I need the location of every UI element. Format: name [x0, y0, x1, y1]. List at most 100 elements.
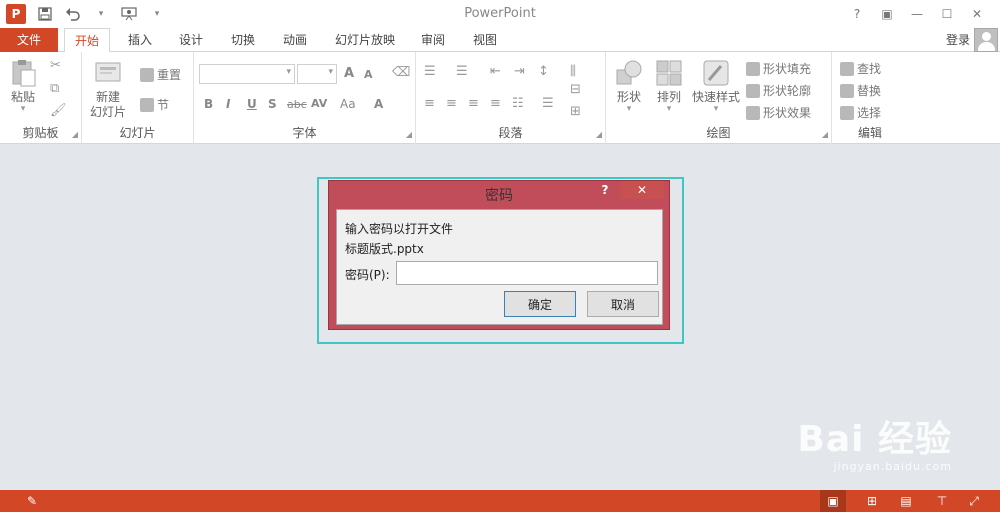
close-button[interactable]: ✕	[962, 4, 992, 24]
shape-fill-button[interactable]: 形状填充	[746, 60, 811, 77]
tab-review[interactable]: 审阅	[411, 28, 455, 52]
copy-icon[interactable]: ⧉	[50, 81, 59, 96]
reset-label: 重置	[157, 68, 182, 82]
tab-file[interactable]: 文件	[0, 28, 58, 52]
font-color-button[interactable]: A	[374, 97, 383, 111]
increase-indent-icon[interactable]: ⇥	[514, 64, 525, 79]
columns-icon[interactable]: ⫼	[570, 64, 576, 79]
new-slide-icon	[95, 62, 121, 82]
align-left-icon[interactable]: ≡	[424, 96, 435, 111]
align-text-icon[interactable]: ⊟	[570, 82, 581, 97]
shape-fill-label: 形状填充	[763, 62, 812, 76]
reset-button[interactable]: 重置	[140, 66, 181, 83]
tab-home[interactable]: 开始	[64, 28, 111, 53]
format-painter-icon[interactable]: 🖌	[50, 103, 67, 118]
fit-to-window-icon[interactable]: ⤢	[966, 493, 982, 509]
font-family-select[interactable]	[199, 64, 295, 84]
cut-icon[interactable]: ✂	[50, 58, 61, 73]
drawing-group: 形状 ▾ 排列 ▾ 快速样式 ▾ 形状填充 形状轮廓 形状效果 绘图 ◢	[606, 52, 832, 144]
ok-button[interactable]: 确定	[504, 291, 576, 317]
arrange-button[interactable]: 排列 ▾	[654, 58, 684, 114]
line-spacing-icon[interactable]: ↕	[538, 64, 549, 79]
tab-insert[interactable]: 插入	[118, 28, 162, 52]
drawing-launcher-icon[interactable]: ◢	[822, 130, 828, 139]
signin-link[interactable]: 登录	[946, 31, 970, 48]
minimize-button[interactable]: —	[902, 4, 932, 24]
shape-effects-button[interactable]: 形状效果	[746, 104, 811, 121]
find-button[interactable]: 查找	[840, 60, 881, 77]
tab-slideshow[interactable]: 幻灯片放映	[325, 28, 405, 52]
watermark-logo: Bai 经验	[797, 419, 952, 460]
normal-view-icon[interactable]: ▣	[820, 490, 846, 512]
character-spacing-button[interactable]: AV	[311, 97, 327, 110]
tab-transitions[interactable]: 切换	[221, 28, 265, 52]
cancel-button[interactable]: 取消	[587, 291, 659, 317]
justify-icon[interactable]: ≡	[490, 96, 501, 111]
replace-icon	[840, 83, 854, 98]
maximize-button[interactable]: ☐	[932, 4, 962, 24]
replace-button[interactable]: 替换	[840, 82, 881, 99]
avatar[interactable]	[974, 28, 998, 52]
bold-button[interactable]: B	[204, 97, 213, 111]
title-bar: P ▾ ▾ PowerPoint ? ▣ — ☐ ✕	[0, 0, 1000, 28]
font-size-select[interactable]	[297, 64, 337, 84]
dialog-help-button[interactable]: ?	[599, 183, 611, 197]
align-right-icon[interactable]: ≡	[468, 96, 479, 111]
change-case-button[interactable]: Aa	[340, 97, 356, 111]
underline-button[interactable]: U	[247, 97, 257, 111]
tab-design[interactable]: 设计	[169, 28, 213, 52]
clear-formatting-icon[interactable]: ⌫	[392, 65, 410, 80]
distributed-icon[interactable]: ☷	[512, 96, 524, 111]
ribbon-display-options-button[interactable]: ▣	[872, 4, 902, 24]
section-label: 节	[157, 98, 170, 112]
shape-outline-button[interactable]: 形状轮廓	[746, 82, 811, 99]
numbering-icon[interactable]: ☰	[456, 64, 468, 79]
font-group: A A ⌫ B I U S abc AV Aa A 字体 ◢	[194, 52, 416, 144]
shape-outline-label: 形状轮廓	[763, 84, 812, 98]
shapes-icon	[616, 60, 642, 85]
decrease-indent-icon[interactable]: ⇤	[490, 64, 501, 79]
new-slide-button[interactable]: 新建 幻灯片	[90, 58, 126, 120]
paste-label: 粘贴	[10, 90, 35, 104]
dialog-body: 输入密码以打开文件 标题版式.pptx 密码(P): 确定 取消	[336, 209, 663, 325]
bullets-icon[interactable]: ☰	[424, 64, 436, 79]
select-button[interactable]: 选择	[840, 104, 881, 121]
paste-button[interactable]: 粘贴 ▾	[8, 58, 38, 114]
password-input[interactable]	[396, 261, 658, 285]
strikethrough-button[interactable]: abc	[287, 98, 307, 111]
paragraph-launcher-icon[interactable]: ◢	[596, 130, 602, 139]
notes-icon[interactable]: ✎	[24, 493, 40, 509]
align-center-icon[interactable]: ≡	[446, 96, 457, 111]
shapes-button[interactable]: 形状 ▾	[614, 58, 644, 114]
slideshow-view-icon[interactable]: ⊤	[934, 493, 950, 509]
effects-icon	[746, 105, 760, 120]
font-launcher-icon[interactable]: ◢	[406, 130, 412, 139]
select-label: 选择	[857, 106, 882, 120]
shrink-font-button[interactable]: A	[364, 68, 373, 81]
paste-icon	[12, 60, 36, 87]
tab-view[interactable]: 视图	[463, 28, 507, 52]
text-direction-icon[interactable]: ☰	[542, 96, 554, 111]
shadow-button[interactable]: S	[268, 97, 277, 111]
clipboard-launcher-icon[interactable]: ◢	[72, 130, 78, 139]
clipboard-group-label: 剪贴板	[22, 126, 59, 140]
paragraph-group: ☰ ☰ ⇤ ⇥ ↕ ⫼ ≡ ≡ ≡ ≡ ☷ ☰ ⊟ ⊞ 段落 ◢	[416, 52, 606, 144]
smartart-icon[interactable]: ⊞	[570, 104, 581, 119]
tab-animations[interactable]: 动画	[273, 28, 317, 52]
dialog-filename: 标题版式.pptx	[345, 242, 424, 256]
editing-group-label: 编辑	[857, 126, 882, 140]
new-slide-label-1: 新建	[96, 90, 121, 104]
grow-font-button[interactable]: A	[344, 66, 354, 81]
reading-view-icon[interactable]: ▤	[898, 493, 914, 509]
pen-icon	[746, 83, 760, 98]
slides-group-label: 幻灯片	[119, 126, 156, 140]
slide-sorter-icon[interactable]: ⊞	[864, 493, 880, 509]
italic-button[interactable]: I	[226, 97, 230, 111]
ribbon-tabs: 文件 开始 插入 设计 切换 动画 幻灯片放映 审阅 视图 登录	[0, 28, 1000, 53]
quick-styles-button[interactable]: 快速样式 ▾	[692, 58, 740, 114]
dialog-message: 输入密码以打开文件	[345, 222, 454, 236]
status-bar: ✎ ▣ ⊞ ▤ ⊤ ⤢	[0, 490, 1000, 512]
section-button[interactable]: 节	[140, 96, 169, 113]
help-button[interactable]: ?	[842, 4, 872, 24]
dialog-close-button[interactable]: ✕	[620, 181, 664, 199]
